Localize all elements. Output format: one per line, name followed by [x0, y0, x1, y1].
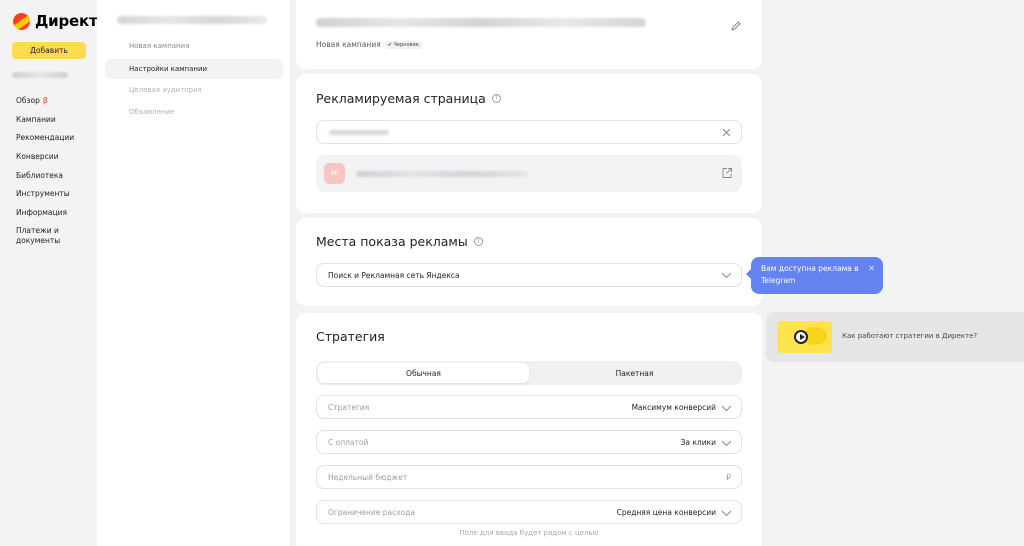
external-link-icon[interactable] — [721, 167, 733, 179]
close-icon[interactable]: ✕ — [868, 263, 875, 275]
payment-type-select[interactable]: С оплатой За клики — [316, 430, 742, 454]
field-value: Средняя цена конверсии — [616, 507, 716, 517]
promoted-page-title-row: Рекламируемая страница ? — [316, 91, 501, 106]
tab-package[interactable]: Пакетная — [529, 363, 740, 383]
placements-title: Места показа рекламы — [316, 234, 468, 249]
nav-item-information[interactable]: Информация — [16, 203, 76, 222]
chevron-down-icon — [721, 440, 732, 447]
nav-item-overview[interactable]: Обзор β — [16, 91, 76, 110]
promoted-page-url-input[interactable] — [316, 120, 742, 144]
nav-item-tools[interactable]: Инструменты — [16, 184, 76, 203]
campaign-subtitle: Новая кампания — [316, 40, 381, 49]
nav-item-library[interactable]: Библиотека — [16, 166, 76, 185]
nav-item-label: Обзор — [16, 95, 40, 105]
logo-icon — [13, 12, 30, 30]
site-url-blurred — [356, 171, 528, 177]
url-value-blurred — [329, 130, 389, 135]
field-value: За клики — [680, 437, 716, 447]
site-favicon: Mi — [324, 163, 345, 184]
strategy-card: Стратегия Обычная Пакетная Стратегия Мак… — [296, 313, 762, 546]
left-navigation: Директ Добавить Обзор β Кампании Рекомен… — [0, 0, 98, 546]
help-icon[interactable]: ? — [491, 94, 501, 103]
field-hint: Поле для ввода будет рядом с целью — [459, 529, 599, 537]
direct-logo[interactable]: Директ — [13, 12, 98, 30]
strategy-type-switch: Обычная Пакетная — [316, 361, 742, 385]
field-label: С оплатой — [328, 437, 369, 447]
logo-text: Директ — [35, 12, 98, 30]
campaign-title-blurred — [316, 18, 646, 27]
user-login-blurred — [12, 72, 68, 78]
chevron-down-icon — [721, 272, 732, 279]
nav-item-recommendations[interactable]: Рекомендации — [16, 128, 76, 147]
placements-value: Поиск и Рекламная сеть Яндекса — [328, 270, 460, 280]
campaign-subtitle-row: Новая кампания ✔ Черновик — [316, 40, 422, 49]
edit-pencil-icon[interactable] — [730, 20, 742, 32]
nav-item-payments[interactable]: Платежи и документы — [16, 226, 76, 246]
video-link-text[interactable]: Как работают стратегии в Директе? — [842, 332, 977, 340]
help-icon[interactable]: ? — [473, 237, 483, 246]
placements-title-row: Места показа рекламы ? — [316, 234, 483, 249]
campaign-steps-sidebar: Новая кампания Настройки кампании Целева… — [97, 0, 290, 546]
play-icon[interactable] — [794, 330, 808, 344]
campaign-header-card: Новая кампания ✔ Черновик — [296, 0, 762, 69]
weekly-budget-input[interactable]: Недельный бюджет ₽ — [316, 465, 742, 489]
draft-badge: ✔ Черновик — [384, 40, 422, 49]
chevron-down-icon — [721, 405, 732, 412]
step-new-campaign[interactable]: Новая кампания — [105, 36, 283, 56]
chevron-down-icon — [721, 510, 732, 517]
add-button[interactable]: Добавить — [12, 42, 86, 59]
spend-limit-select[interactable]: Ограничение расхода Средняя цена конверс… — [316, 500, 742, 524]
field-label: Ограничение расхода — [328, 507, 416, 517]
video-thumbnail[interactable] — [777, 321, 832, 353]
clear-icon[interactable] — [720, 126, 733, 139]
placements-select[interactable]: Поиск и Рекламная сеть Яндекса — [316, 263, 742, 287]
field-placeholder: Недельный бюджет — [328, 472, 408, 482]
tab-regular[interactable]: Обычная — [318, 363, 529, 383]
step-ad[interactable]: Объявление — [105, 102, 283, 122]
site-preview: Mi — [316, 155, 742, 192]
tooltip-text: Вам доступна реклама в Telegram — [761, 264, 859, 285]
promoted-page-card: Рекламируемая страница ? Mi — [296, 74, 762, 213]
step-campaign-settings[interactable]: Настройки кампании — [105, 59, 283, 79]
currency-symbol: ₽ — [726, 472, 731, 482]
strategy-title: Стратегия — [316, 329, 385, 344]
strategy-select[interactable]: Стратегия Максимум конверсий — [316, 395, 742, 419]
step-target-audience[interactable]: Целевая аудитория — [105, 80, 283, 100]
beta-badge: β — [42, 95, 48, 105]
strategy-video-card[interactable]: Как работают стратегии в Директе? — [766, 312, 1024, 362]
nav-list: Обзор β Кампании Рекомендации Конверсии … — [16, 91, 76, 246]
promoted-page-title: Рекламируемая страница — [316, 91, 486, 106]
telegram-tooltip: Вам доступна реклама в Telegram ✕ — [746, 257, 883, 294]
field-value: Максимум конверсий — [631, 402, 716, 412]
placements-card: Места показа рекламы ? Поиск и Рекламная… — [296, 218, 762, 306]
nav-item-conversions[interactable]: Конверсии — [16, 147, 76, 166]
nav-item-campaigns[interactable]: Кампании — [16, 110, 76, 129]
campaign-name-blurred — [117, 16, 267, 24]
field-label: Стратегия — [328, 402, 370, 412]
draft-label: Черновик — [393, 41, 419, 48]
